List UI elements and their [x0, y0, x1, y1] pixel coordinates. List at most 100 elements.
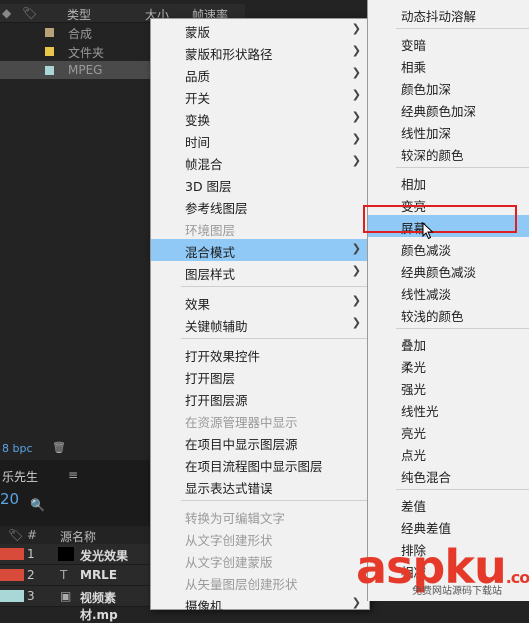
- menu-item-camera[interactable]: 摄像机 ❯: [151, 593, 369, 615]
- current-time[interactable]: 20: [0, 490, 19, 508]
- layer-color-label[interactable]: [0, 548, 24, 560]
- blend-add[interactable]: 相加: [368, 171, 529, 193]
- layer-row[interactable]: 3 ▣ 视频素材.mp: [0, 586, 150, 622]
- submenu-arrow-icon: ❯: [351, 264, 361, 277]
- menu-item-label: 差值: [401, 499, 427, 514]
- layer-row[interactable]: 2 T MRLE: [0, 565, 150, 586]
- annotation-highlight-box: [363, 205, 517, 233]
- blend-soft-light[interactable]: 柔光: [368, 354, 529, 376]
- menu-item-label: 经典差值: [401, 521, 452, 536]
- search-icon[interactable]: 🔍: [30, 498, 45, 512]
- layer-context-menu: 蒙版 ❯ 蒙版和形状路径 ❯ 品质 ❯ 开关 ❯ 变换 ❯ 时间 ❯ 帧混合 ❯ 3D 图层 …: [150, 18, 370, 614]
- submenu-arrow-icon: ❯: [351, 294, 361, 307]
- menu-item-label: 开关: [185, 91, 211, 106]
- menu-item-label: 转换为可编辑文字: [185, 511, 286, 526]
- menu-separator: [396, 328, 529, 329]
- color-label: [45, 28, 54, 37]
- menu-item-effect[interactable]: 效果 ❯: [151, 291, 369, 313]
- blend-classic-color-dodge[interactable]: 经典颜色减淡: [368, 259, 529, 281]
- menu-item-time[interactable]: 时间 ❯: [151, 129, 369, 151]
- blend-overlay[interactable]: 叠加: [368, 332, 529, 354]
- menu-item-label: 打开图层源: [185, 393, 248, 408]
- blend-hard-light[interactable]: 强光: [368, 376, 529, 398]
- menu-item-blending-mode[interactable]: 混合模式 ❯: [151, 239, 369, 261]
- menu-item-quality[interactable]: 品质 ❯: [151, 63, 369, 85]
- menu-item-label: 线性加深: [401, 126, 452, 141]
- menu-item-open-effect-controls[interactable]: 打开效果控件: [151, 343, 369, 365]
- menu-item-open-layer[interactable]: 打开图层: [151, 365, 369, 387]
- menu-item-label: 从文字创建蒙版: [185, 555, 273, 570]
- menu-item-label: 蒙版和形状路径: [185, 47, 273, 62]
- menu-icon[interactable]: ≡: [68, 468, 78, 482]
- menu-item-label: 帧混合: [185, 157, 223, 172]
- menu-item-label: 变暗: [401, 38, 427, 53]
- menu-item-guide-layer[interactable]: 参考线图层: [151, 195, 369, 217]
- menu-item-layer-styles[interactable]: 图层样式 ❯: [151, 261, 369, 283]
- submenu-arrow-icon: ❯: [351, 22, 361, 35]
- menu-item-label: 在资源管理器中显示: [185, 415, 298, 430]
- menu-item-frame-blending[interactable]: 帧混合 ❯: [151, 151, 369, 173]
- blend-hard-mix[interactable]: 纯色混合: [368, 464, 529, 486]
- menu-item-reveal-source-in-project[interactable]: 在项目中显示图层源: [151, 431, 369, 453]
- column-source-name[interactable]: 源名称: [60, 528, 96, 545]
- tag-icon[interactable]: 🏷: [8, 528, 23, 542]
- layer-row[interactable]: 1 发光效果: [0, 544, 150, 565]
- menu-item-shapes-from-vector: 从矢量图层创建形状: [151, 571, 369, 593]
- menu-item-label: 线性减淡: [401, 287, 452, 302]
- blend-difference[interactable]: 差值: [368, 493, 529, 515]
- blend-classic-difference[interactable]: 经典差值: [368, 515, 529, 537]
- blend-pin-light[interactable]: 点光: [368, 442, 529, 464]
- blend-dissolve-dynamic[interactable]: 动态抖动溶解: [368, 3, 529, 25]
- tag-icon[interactable]: 🏷: [22, 6, 37, 20]
- blend-color-burn[interactable]: 颜色加深: [368, 76, 529, 98]
- menu-item-label: 关键帧辅助: [185, 319, 248, 334]
- bpc-toggle[interactable]: 8 bpc: [2, 442, 33, 455]
- menu-item-transform[interactable]: 变换 ❯: [151, 107, 369, 129]
- menu-item-convert-editable-text: 转换为可编辑文字: [151, 505, 369, 527]
- trash-icon[interactable]: 🗑: [52, 441, 66, 454]
- menu-item-mask-shape-path[interactable]: 蒙版和形状路径 ❯: [151, 41, 369, 63]
- menu-item-keyframe-assistant[interactable]: 关键帧辅助 ❯: [151, 313, 369, 335]
- blend-color-dodge[interactable]: 颜色减淡: [368, 237, 529, 259]
- menu-item-label: 点光: [401, 448, 427, 463]
- blend-multiply[interactable]: 相乘: [368, 54, 529, 76]
- menu-item-mask[interactable]: 蒙版 ❯: [151, 19, 369, 41]
- row-type: 合成: [68, 27, 93, 41]
- watermark-tagline: 免费网站源码下载站: [412, 586, 502, 597]
- blend-darken[interactable]: 变暗: [368, 32, 529, 54]
- menu-item-label: 在项目流程图中显示图层: [185, 459, 323, 474]
- submenu-arrow-icon: ❯: [351, 596, 361, 609]
- column-type[interactable]: 类型: [67, 6, 91, 23]
- layer-color-label[interactable]: [0, 590, 24, 602]
- timeline-tab-title: 乐先生: [2, 470, 39, 484]
- timeline-tab[interactable]: 乐先生 ≡: [0, 466, 150, 486]
- menu-item-show-expression-errors[interactable]: 显示表达式错误: [151, 475, 369, 497]
- blend-lighter-color[interactable]: 较浅的颜色: [368, 303, 529, 325]
- menu-item-open-layer-source[interactable]: 打开图层源: [151, 387, 369, 409]
- menu-item-label: 线性光: [401, 404, 439, 419]
- menu-item-3d-layer[interactable]: 3D 图层: [151, 173, 369, 195]
- label-icon[interactable]: ◆: [2, 6, 11, 20]
- menu-item-label: 参考线图层: [185, 201, 248, 216]
- menu-item-label: 较浅的颜色: [401, 309, 464, 324]
- layer-color-label[interactable]: [0, 569, 24, 581]
- blend-linear-light[interactable]: 线性光: [368, 398, 529, 420]
- blending-mode-submenu: 动态抖动溶解 变暗 相乘 颜色加深 经典颜色加深 线性加深 较深的颜色 相加 变…: [367, 0, 529, 601]
- layer-number: 2: [27, 568, 35, 582]
- column-number: #: [27, 528, 38, 542]
- blend-linear-dodge[interactable]: 线性减淡: [368, 281, 529, 303]
- menu-item-switches[interactable]: 开关 ❯: [151, 85, 369, 107]
- solid-icon: [58, 547, 74, 561]
- blend-darker-color[interactable]: 较深的颜色: [368, 142, 529, 164]
- menu-item-reveal-in-flowchart[interactable]: 在项目流程图中显示图层: [151, 453, 369, 475]
- blend-vivid-light[interactable]: 亮光: [368, 420, 529, 442]
- menu-item-label: 经典颜色加深: [401, 104, 477, 119]
- menu-item-label: 效果: [185, 297, 211, 312]
- menu-item-label: 在项目中显示图层源: [185, 437, 298, 452]
- submenu-arrow-icon: ❯: [351, 132, 361, 145]
- submenu-arrow-icon: ❯: [351, 242, 361, 255]
- submenu-arrow-icon: ❯: [351, 44, 361, 57]
- layer-name: MRLE: [80, 568, 118, 582]
- blend-classic-color-burn[interactable]: 经典颜色加深: [368, 98, 529, 120]
- blend-linear-burn[interactable]: 线性加深: [368, 120, 529, 142]
